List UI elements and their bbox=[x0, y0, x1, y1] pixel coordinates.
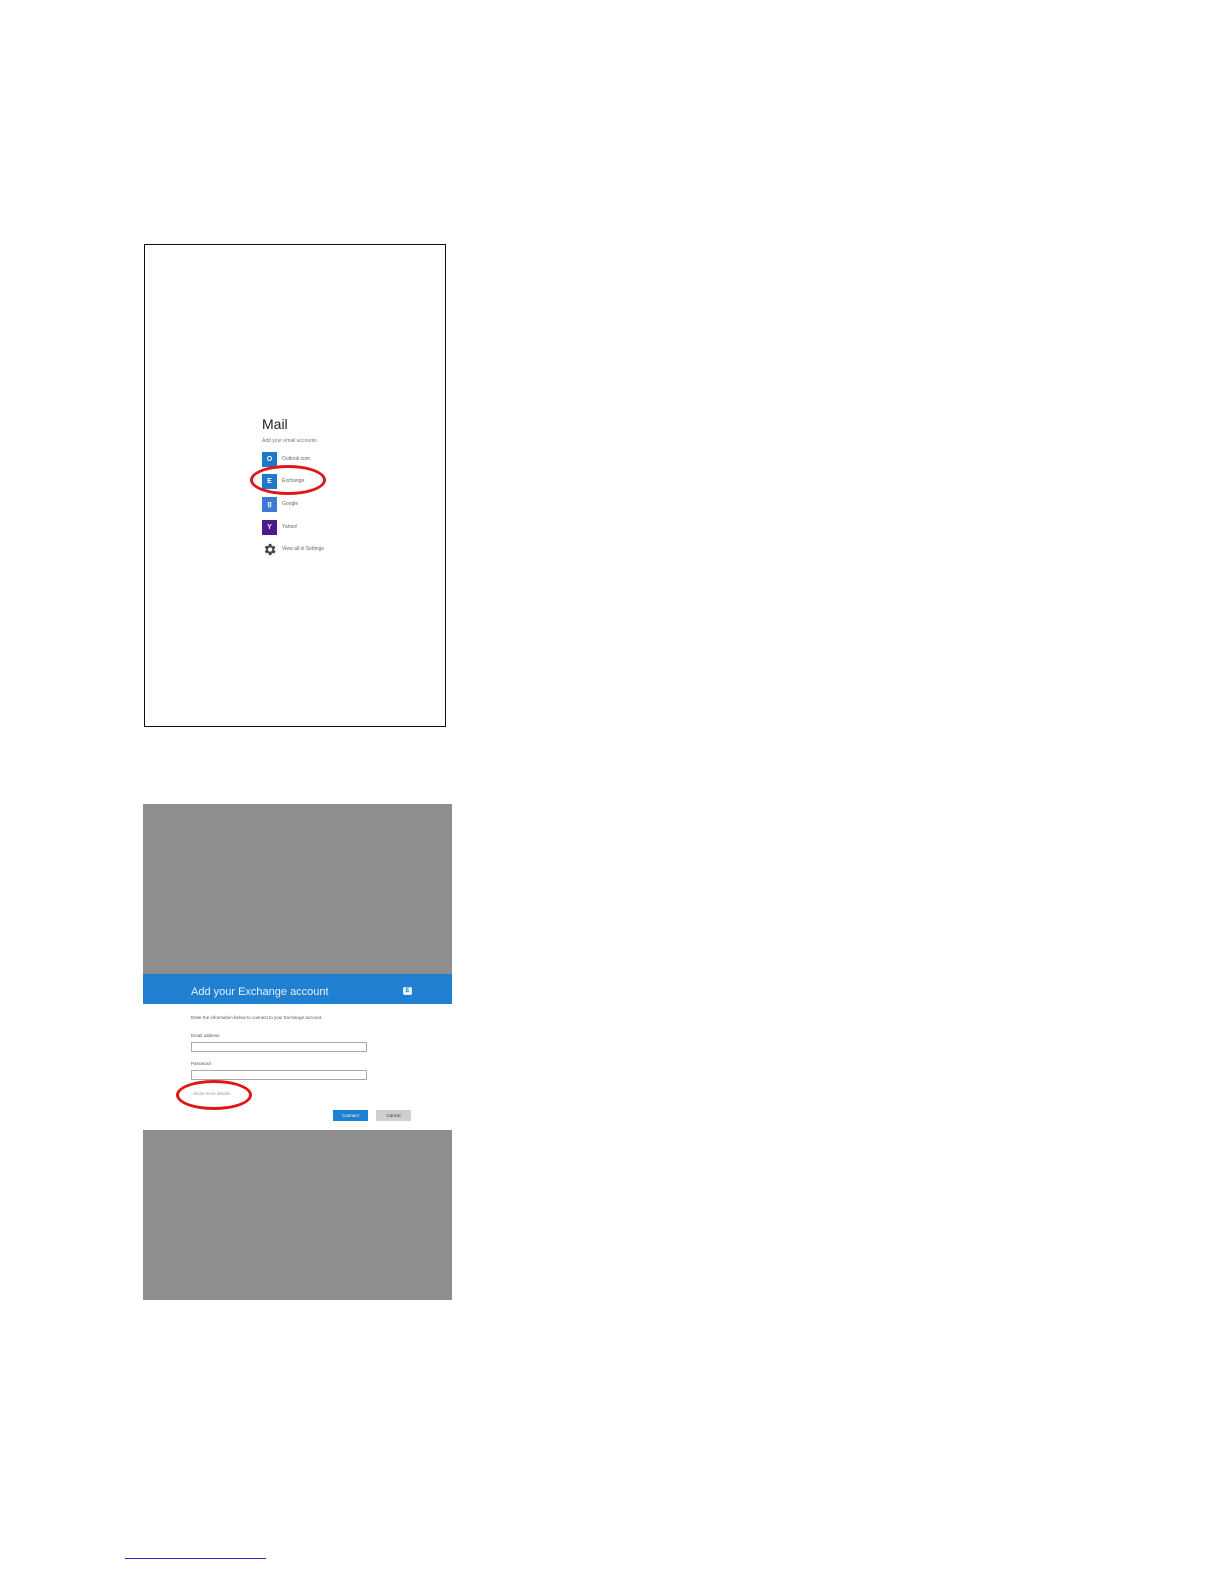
outlook-icon: O bbox=[262, 451, 277, 467]
account-label: View all in Settings bbox=[282, 546, 324, 552]
email-field[interactable] bbox=[191, 1042, 367, 1052]
dialog-title: Add your Exchange account bbox=[191, 986, 329, 998]
highlight-oval-exchange bbox=[250, 465, 326, 495]
mail-subtitle: Add your email accounts bbox=[262, 438, 317, 444]
account-item-google[interactable]: g Google bbox=[262, 496, 298, 512]
cancel-button[interactable]: Cancel bbox=[376, 1110, 411, 1121]
password-label: Password bbox=[191, 1061, 211, 1066]
footnote-divider bbox=[125, 1558, 266, 1559]
dialog-intro: Enter the information below to connect t… bbox=[191, 1015, 323, 1020]
gear-icon bbox=[262, 542, 277, 557]
account-label: Yahoo! bbox=[282, 524, 298, 530]
dialog-header: Add your Exchange account E bbox=[143, 974, 452, 1004]
mail-accounts-screenshot: Mail Add your email accounts O Outlook.c… bbox=[144, 244, 446, 727]
password-field[interactable] bbox=[191, 1070, 367, 1080]
exchange-icon: E bbox=[403, 987, 412, 995]
account-label: Outlook.com bbox=[282, 456, 311, 462]
exchange-dialog-screenshot: Add your Exchange account E Enter the in… bbox=[143, 804, 452, 1300]
google-icon: g bbox=[262, 496, 277, 512]
email-label: Email address bbox=[191, 1033, 220, 1038]
highlight-oval-details bbox=[176, 1080, 252, 1110]
connect-button[interactable]: Connect bbox=[333, 1110, 368, 1121]
dialog-body: Enter the information below to connect t… bbox=[143, 1004, 452, 1130]
mail-title: Mail bbox=[262, 416, 288, 432]
yahoo-icon: Y bbox=[262, 519, 277, 535]
account-item-yahoo[interactable]: Y Yahoo! bbox=[262, 519, 297, 535]
account-item-settings[interactable]: View all in Settings bbox=[262, 541, 324, 557]
account-label: Google bbox=[282, 501, 299, 507]
